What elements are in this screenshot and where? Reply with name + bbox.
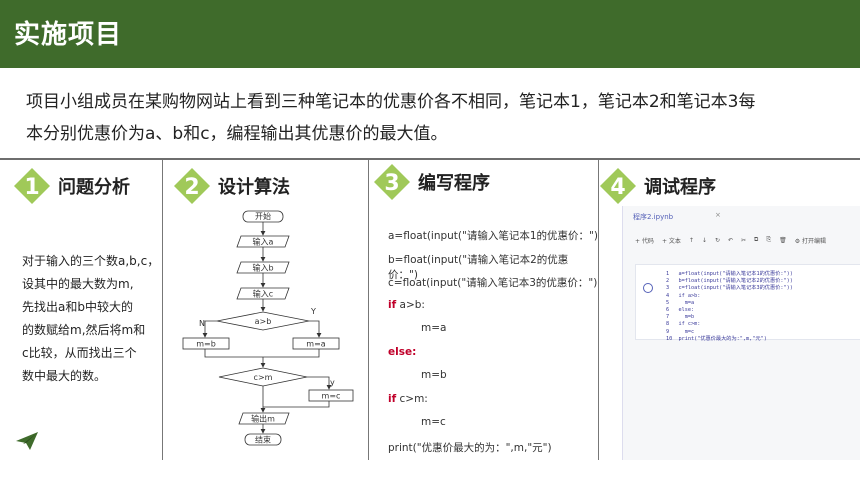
- analysis-line: 数中最大的数。: [22, 369, 107, 383]
- svg-text:开始: 开始: [255, 211, 271, 221]
- header-bar: 实施项目: [0, 0, 860, 68]
- number-badge-icon: 4: [598, 166, 638, 206]
- section-label: 问题分析: [58, 177, 130, 198]
- analysis-text: 对于输入的三个数a,b,c， 设其中的最大数为m, 先找出a和b中较大的 的数赋…: [22, 250, 162, 388]
- intro-line-2: 本分别优惠价为a、b和c，编程输出其优惠价的最大值。: [26, 124, 448, 144]
- svg-text:c>m: c>m: [254, 373, 273, 382]
- svg-text:2: 2: [184, 175, 199, 200]
- add-code-button: + 代码: [635, 237, 654, 245]
- section-debug: 4 调试程序: [598, 168, 716, 204]
- section-label: 编写程序: [418, 173, 490, 194]
- notebook-code: 1 a=float(input("请输入笔记本1的优惠价:")) 2 b=flo…: [666, 271, 793, 342]
- section-algorithm: 2 设计算法: [172, 168, 290, 204]
- code-line: c=float(input("请输入笔记本3的优惠价："): [388, 277, 598, 289]
- code-line: if c>m:: [388, 392, 428, 405]
- add-text-button: + 文本: [661, 237, 681, 245]
- svg-text:4: 4: [610, 175, 625, 200]
- code-line: m=c: [421, 416, 446, 428]
- svg-text:输入a: 输入a: [253, 237, 274, 247]
- svg-text:N: N: [199, 319, 205, 328]
- number-badge-icon: 3: [372, 162, 412, 202]
- run-icon: [643, 283, 653, 293]
- settings-icon: ⚙ 打开编辑: [794, 237, 827, 245]
- close-icon: ×: [715, 211, 721, 219]
- svg-text:m=a: m=a: [306, 340, 325, 349]
- analysis-line: c比较，从而找出三个: [22, 346, 137, 360]
- delete-icon: 🗑: [779, 236, 787, 244]
- paper-plane-icon: [16, 432, 38, 450]
- code-block: a=float(input("请输入笔记本1的优惠价：") b=float(in…: [388, 228, 598, 463]
- refresh-icon: ↻: [714, 236, 720, 244]
- analysis-line: 对于输入的三个数a,b,c，: [22, 254, 160, 268]
- svg-text:3: 3: [384, 171, 399, 196]
- section-label: 设计算法: [218, 177, 290, 198]
- number-badge-icon: 2: [172, 166, 212, 206]
- cut-icon: ✂: [741, 236, 747, 244]
- svg-text:结束: 结束: [255, 435, 271, 445]
- code-line: b=float(input("请输入笔记本2的优惠价："): [388, 253, 569, 281]
- svg-text:m=b: m=b: [196, 340, 216, 349]
- move-down-icon: ↓: [701, 236, 707, 244]
- divider: [0, 158, 860, 160]
- undo-icon: ↶: [727, 236, 733, 244]
- code-line: print("优惠价最大的为：",m,"元"): [388, 441, 552, 454]
- paste-icon: ⎘: [766, 236, 772, 243]
- column-divider: [368, 160, 369, 460]
- section-program: 3 编写程序: [372, 164, 490, 200]
- notebook-screenshot: 程序2.ipynb × + 代码 + 文本 ↑ ↓ ↻ ↶ ✂ ⧉ ⎘ 🗑 ⚙ …: [622, 206, 860, 460]
- notebook-cell: 1 a=float(input("请输入笔记本1的优惠价:")) 2 b=flo…: [635, 264, 860, 342]
- notebook-tab: 程序2.ipynb: [633, 213, 674, 221]
- analysis-line: 先找出a和b中较大的: [22, 300, 133, 314]
- column-divider: [162, 160, 163, 460]
- code-line: a=float(input("请输入笔记本1的优惠价："): [388, 230, 598, 242]
- svg-text:输出m: 输出m: [251, 414, 275, 424]
- analysis-line: 设其中的最大数为m,: [22, 277, 134, 291]
- svg-text:Y: Y: [310, 307, 316, 316]
- section-analysis: 1 问题分析: [12, 168, 130, 204]
- flowchart: 开始 输入a 输入b 输入c a>b Y N m=b m=a c>m y m=c…: [182, 210, 354, 446]
- intro-text: 项目小组成员在某购物网站上看到三种笔记本的优惠价各不相同，笔记本1，笔记本2和笔…: [26, 86, 816, 150]
- copy-icon: ⧉: [754, 236, 759, 243]
- code-line: else:: [388, 345, 417, 358]
- move-up-icon: ↑: [688, 236, 694, 244]
- code-line: m=b: [421, 369, 447, 381]
- page-title: 实施项目: [14, 20, 123, 50]
- section-label: 调试程序: [644, 177, 716, 198]
- analysis-line: 的数赋给m,然后将m和: [22, 323, 146, 337]
- intro-line-1: 项目小组成员在某购物网站上看到三种笔记本的优惠价各不相同，笔记本1，笔记本2和笔…: [26, 92, 756, 112]
- code-line: m=a: [421, 322, 447, 334]
- svg-text:1: 1: [24, 175, 39, 200]
- number-badge-icon: 1: [12, 166, 52, 206]
- svg-text:m=c: m=c: [322, 392, 341, 401]
- svg-text:y: y: [330, 378, 335, 387]
- svg-text:a>b: a>b: [255, 317, 272, 326]
- code-line: if a>b:: [388, 298, 425, 311]
- svg-text:输入c: 输入c: [253, 289, 273, 299]
- svg-text:输入b: 输入b: [252, 263, 273, 273]
- notebook-toolbar: + 代码 + 文本 ↑ ↓ ↻ ↶ ✂ ⧉ ⎘ 🗑 ⚙ 打开编辑: [623, 232, 860, 248]
